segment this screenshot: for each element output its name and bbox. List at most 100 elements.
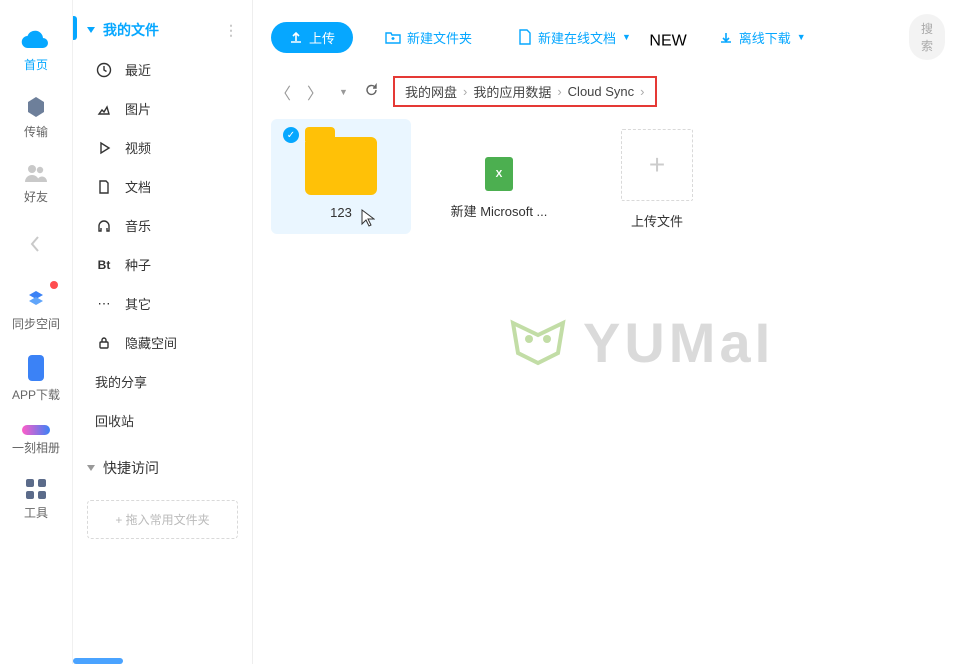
sidebar-other[interactable]: ⋯ 其它 [73,284,252,323]
file-xls[interactable]: X 新建 Microsoft ... [429,119,569,234]
offline-download-label: 离线下载 [739,28,791,47]
sidebar-item-label: 视频 [125,138,151,157]
sidebar-quick-access[interactable]: 快捷访问 [73,448,252,488]
sidebar: 我的文件 ⋮ 最近 图片 视频 文档 音乐 Bt 种子 ⋯ 其它 隐藏空间 我的分享… [72,0,252,664]
forward-button[interactable]: 〉 [303,78,327,106]
sidebar-hidden[interactable]: 隐藏空间 [73,323,252,362]
file-folder-123[interactable]: ✓ 123 [271,119,411,234]
upload-tile[interactable]: + 上传文件 [587,119,727,244]
owl-icon [503,315,573,371]
dropdown-icon: ▼ [797,32,806,42]
excel-icon: X [485,157,513,191]
leftnav-sync-label: 同步空间 [12,315,60,332]
left-nav: 首页 传输 好友 同步空间 APP下载 一刻相册 工具 [0,0,72,664]
sidebar-docs[interactable]: 文档 [73,167,252,206]
sidebar-my-files-label: 我的文件 [103,20,159,40]
crumb-0[interactable]: 我的网盘 [405,82,457,101]
download-icon [719,30,733,44]
grid-icon [25,478,47,500]
new-online-doc-button[interactable]: 新建在线文档 ▼ [504,22,645,53]
sidebar-pictures[interactable]: 图片 [73,89,252,128]
history-dropdown[interactable]: ▼ [335,85,352,99]
sidebar-recent[interactable]: 最近 [73,50,252,89]
offline-download-button[interactable]: 离线下载 ▼ [705,22,820,53]
folder-plus-icon [385,30,401,44]
leftnav-album[interactable]: 一刻相册 [8,415,64,464]
new-folder-button[interactable]: 新建文件夹 [371,22,486,53]
sidebar-recycle[interactable]: 回收站 [73,401,252,440]
sidebar-quick-access-label: 快捷访问 [103,458,159,478]
sidebar-my-share[interactable]: 我的分享 [73,362,252,401]
hexagon-icon [24,95,48,119]
play-icon [95,139,113,157]
cloud-icon [21,28,51,52]
bt-icon: Bt [95,256,113,274]
watermark: YUMaI [503,310,774,375]
leftnav-tools[interactable]: 工具 [8,468,64,529]
watermark-text: YUMaI [583,310,774,375]
collapse-icon[interactable] [29,235,43,257]
sync-icon [23,289,49,311]
check-icon[interactable]: ✓ [283,127,299,143]
upload-box-icon: + [621,129,693,201]
sidebar-my-files[interactable]: 我的文件 ⋮ [73,10,252,50]
leftnav-home-label: 首页 [24,56,48,73]
breadcrumb-row: 〈 〉 ▼ 我的网盘› 我的应用数据› Cloud Sync› [253,70,963,119]
leftnav-tools-label: 工具 [24,504,48,521]
lock-icon [95,334,113,352]
nav-arrows: 〈 〉 ▼ [271,78,383,106]
upload-icon [289,30,303,44]
file-label: 上传文件 [631,211,683,230]
leftnav-transfer[interactable]: 传输 [8,85,64,148]
leftnav-friends[interactable]: 好友 [8,152,64,213]
search-input[interactable]: 搜索 [909,14,945,60]
sidebar-music[interactable]: 音乐 [73,206,252,245]
file-label: 123 [330,205,352,220]
doc-plus-icon [518,29,532,45]
leftnav-friends-label: 好友 [24,188,48,205]
back-button[interactable]: 〈 [271,78,295,106]
sidebar-item-label: 其它 [125,294,151,313]
more-icon[interactable]: ⋮ [224,22,238,39]
dropdown-icon: ▼ [622,32,631,42]
image-icon [95,100,113,118]
doc-icon [95,178,113,196]
ellipsis-icon: ⋯ [95,295,113,313]
sidebar-bt[interactable]: Bt 种子 [73,245,252,284]
file-grid: ✓ 123 X 新建 Microsoft ... + 上传文件 [253,119,963,244]
upload-button[interactable]: 上传 [271,22,353,53]
chevron-down-icon [87,465,95,471]
crumb-1[interactable]: 我的应用数据 [473,82,551,101]
leftnav-app-label: APP下载 [12,386,60,403]
leftnav-transfer-label: 传输 [24,123,48,140]
toolbar: 上传 新建文件夹 新建在线文档 ▼ NEW 离线下载 ▼ 搜索 [253,0,963,70]
leftnav-sync[interactable]: 同步空间 [8,279,64,340]
chevron-down-icon [87,27,95,33]
refresh-button[interactable] [360,80,383,104]
gradient-bar-icon [22,425,50,435]
notification-dot [50,281,58,289]
breadcrumb: 我的网盘› 我的应用数据› Cloud Sync› [393,76,657,107]
plus-icon: + [649,151,665,179]
folder-icon [305,137,377,195]
upload-label: 上传 [309,28,335,47]
cursor-icon [361,209,375,227]
phone-icon [26,354,46,382]
sidebar-videos[interactable]: 视频 [73,128,252,167]
drag-hint[interactable]: + 拖入常用文件夹 [87,500,238,539]
new-badge: NEW [649,32,686,49]
sidebar-item-label: 音乐 [125,216,151,235]
sidebar-item-label: 图片 [125,99,151,118]
sidebar-item-label: 种子 [125,255,151,274]
file-label: 新建 Microsoft ... [451,201,548,220]
new-folder-label: 新建文件夹 [407,28,472,47]
leftnav-album-label: 一刻相册 [12,439,60,456]
people-icon [23,162,49,184]
clock-icon [95,61,113,79]
crumb-2[interactable]: Cloud Sync [568,84,634,99]
scrollbar[interactable] [73,658,123,664]
leftnav-home[interactable]: 首页 [8,18,64,81]
leftnav-app[interactable]: APP下载 [8,344,64,411]
main-area: 上传 新建文件夹 新建在线文档 ▼ NEW 离线下载 ▼ 搜索 〈 〉 ▼ [252,0,963,664]
sidebar-item-label: 最近 [125,60,151,79]
